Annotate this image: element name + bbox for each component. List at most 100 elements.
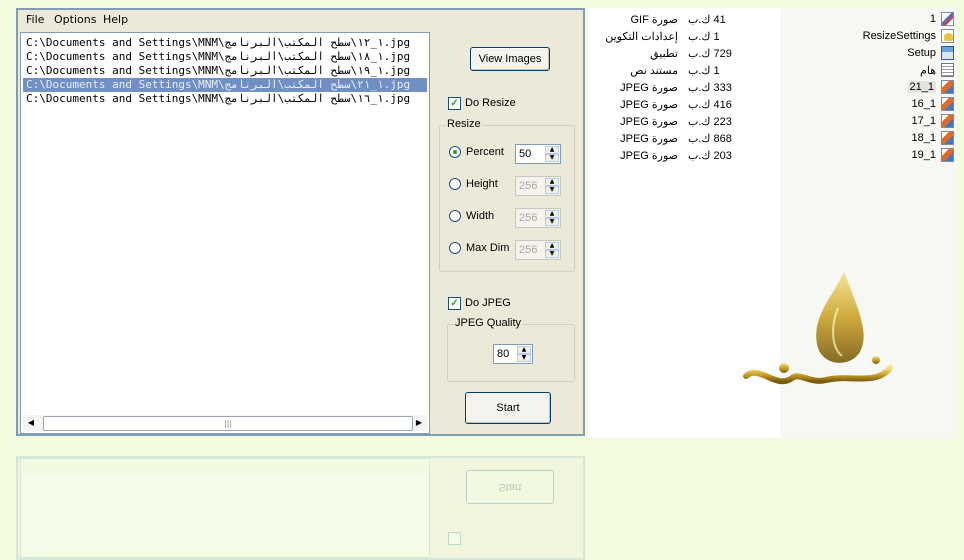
file-name[interactable]: 17_1	[912, 115, 936, 127]
reflection-panel: Start	[16, 456, 585, 560]
jpeg-quality-title: JPEG Quality	[454, 317, 523, 329]
explorer-file-row[interactable]: صورة JPEG 203 ك.ب 19_1	[588, 147, 958, 164]
view-images-button[interactable]: View Images	[470, 47, 550, 71]
width-label: Width	[466, 210, 495, 222]
file-list-item[interactable]: C:\Documents and Settings\MNM\١_١٦\سطح ا…	[23, 92, 427, 106]
file-type: إعدادات التكوين	[605, 31, 678, 43]
scroll-right-icon[interactable]: ▶	[411, 415, 427, 431]
explorer-file-row[interactable]: مستند نص 1 ك.ب هام	[588, 62, 958, 79]
width-radio-icon[interactable]	[449, 210, 461, 222]
application-icon	[941, 46, 954, 60]
explorer-file-row[interactable]: صورة JPEG 223 ك.ب 17_1	[588, 113, 958, 130]
spin-up-icon: ▲	[545, 178, 559, 186]
file-size: 416 ك.ب	[688, 99, 732, 111]
file-type: صورة JPEG	[620, 133, 678, 145]
config-file-icon	[941, 29, 954, 43]
maxdim-stepper: 256 ▲ ▼	[515, 240, 561, 260]
file-type: صورة JPEG	[620, 82, 678, 94]
file-name[interactable]: 18_1	[912, 132, 936, 144]
file-list[interactable]: C:\Documents and Settings\MNM\١_١٢\سطح ا…	[20, 32, 430, 434]
percent-radio-icon[interactable]	[449, 146, 461, 158]
file-size: 868 ك.ب	[688, 133, 732, 145]
file-name[interactable]: 21_1	[907, 81, 936, 93]
grip-icon: |||	[224, 419, 233, 428]
file-list-item[interactable]: C:\Documents and Settings\MNM\١_١٩\سطح ا…	[23, 64, 427, 78]
explorer-file-row[interactable]: تطبيق 729 ك.ب Setup	[588, 45, 958, 62]
percent-label: Percent	[466, 146, 504, 158]
file-list-item[interactable]: C:\Documents and Settings\MNM\١_٢١\سطح ا…	[23, 78, 427, 92]
file-type: تطبيق	[650, 48, 678, 60]
file-name[interactable]: ResizeSettings	[863, 30, 936, 42]
reflection-checkbox	[448, 532, 461, 545]
horizontal-scrollbar[interactable]: ◀ ||| ▶	[23, 415, 427, 431]
height-radio-icon[interactable]	[449, 178, 461, 190]
percent-stepper[interactable]: 50 ▲ ▼	[515, 144, 561, 164]
file-type: مستند نص	[630, 65, 678, 77]
do-resize-label: Do Resize	[465, 97, 516, 109]
file-type: صورة GIF	[630, 14, 679, 26]
menu-bar: File Options Help	[18, 10, 583, 30]
reflection-list	[20, 458, 430, 558]
explorer-file-row[interactable]: صورة GIF 41 ك.ب 1	[588, 11, 958, 28]
window-reflection: Start	[16, 456, 585, 560]
start-button[interactable]: Start	[465, 392, 551, 424]
spin-down-icon[interactable]: ▼	[517, 354, 531, 362]
reflection-scrollbar	[23, 461, 427, 475]
file-name[interactable]: 16_1	[912, 98, 936, 110]
jpeg-quality-group: JPEG Quality 80 ▲ ▼	[447, 317, 575, 382]
file-type: صورة JPEG	[620, 99, 678, 111]
spin-down-icon: ▼	[545, 186, 559, 194]
percent-value[interactable]: 50	[519, 148, 531, 160]
menu-file[interactable]: File	[26, 13, 44, 26]
explorer-file-row[interactable]: صورة JPEG 868 ك.ب 18_1	[588, 130, 958, 147]
spin-up-icon: ▲	[545, 210, 559, 218]
height-label: Height	[466, 178, 498, 190]
file-size: 203 ك.ب	[688, 150, 732, 162]
gif-icon	[941, 12, 954, 26]
file-size: 223 ك.ب	[688, 116, 732, 128]
file-size: 41 ك.ب	[688, 14, 726, 26]
file-name[interactable]: 1	[930, 13, 936, 25]
spin-down-icon[interactable]: ▼	[545, 154, 559, 162]
spin-up-icon[interactable]: ▲	[517, 346, 531, 354]
file-name[interactable]: Setup	[907, 47, 936, 59]
reflection-start-button: Start	[466, 470, 554, 504]
file-size: 1 ك.ب	[688, 31, 720, 43]
jpeg-icon	[941, 97, 954, 111]
file-size: 729 ك.ب	[688, 48, 732, 60]
spin-up-icon[interactable]: ▲	[545, 146, 559, 154]
explorer-file-row[interactable]: صورة JPEG 416 ك.ب 16_1	[588, 96, 958, 113]
do-jpeg-check-icon[interactable]: ✓	[448, 297, 461, 310]
file-list-item[interactable]: C:\Documents and Settings\MNM\١_١٨\سطح ا…	[23, 50, 427, 64]
do-jpeg-label: Do JPEG	[465, 297, 511, 309]
resize-group: Resize Percent 50 ▲ ▼ Height 256 ▲ ▼ Width…	[439, 118, 575, 272]
maxdim-radio-icon[interactable]	[449, 242, 461, 254]
jpeg-icon	[941, 131, 954, 145]
text-file-icon	[941, 63, 954, 77]
spin-up-icon: ▲	[545, 242, 559, 250]
menu-options[interactable]: Options	[54, 13, 96, 26]
jpeg-quality-stepper[interactable]: 80 ▲ ▼	[493, 344, 533, 364]
file-type: صورة JPEG	[620, 116, 678, 128]
explorer-file-row[interactable]: صورة JPEG 333 ك.ب 21_1	[588, 79, 958, 96]
scroll-left-icon[interactable]: ◀	[23, 415, 39, 431]
file-name[interactable]: هام	[920, 64, 936, 77]
file-list-item[interactable]: C:\Documents and Settings\MNM\١_١٢\سطح ا…	[23, 36, 427, 50]
jpeg-icon	[941, 80, 954, 94]
explorer-file-row[interactable]: إعدادات التكوين 1 ك.ب ResizeSettings	[588, 28, 958, 45]
spin-down-icon: ▼	[545, 250, 559, 258]
file-size: 333 ك.ب	[688, 82, 732, 94]
spin-down-icon: ▼	[545, 218, 559, 226]
height-stepper: 256 ▲ ▼	[515, 176, 561, 196]
file-name[interactable]: 19_1	[912, 149, 936, 161]
width-value: 256	[519, 212, 538, 224]
maxdim-label: Max Dim	[466, 242, 510, 254]
calligraphy-logo-icon	[743, 272, 893, 385]
jpeg-quality-value[interactable]: 80	[497, 348, 509, 360]
do-resize-check-icon[interactable]: ✓	[448, 97, 461, 110]
scroll-thumb[interactable]: |||	[43, 416, 413, 431]
menu-help[interactable]: Help	[103, 13, 128, 26]
resize-group-title: Resize	[446, 118, 482, 130]
height-value: 256	[519, 180, 538, 192]
maxdim-value: 256	[519, 244, 538, 256]
